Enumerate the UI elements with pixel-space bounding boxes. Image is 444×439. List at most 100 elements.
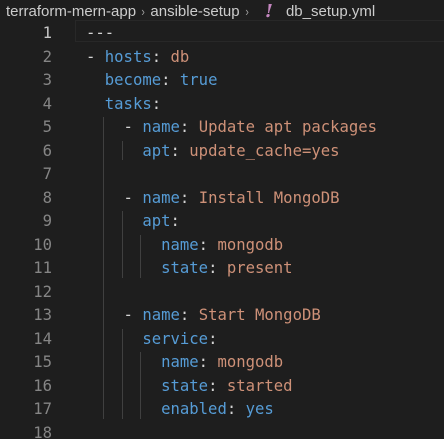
code-text: tasks:	[86, 92, 161, 116]
code-line[interactable]: 1 ---	[0, 21, 444, 45]
breadcrumb-folder-ansible-setup[interactable]: ansible-setup	[150, 3, 239, 20]
code-token: name	[161, 235, 199, 254]
code-text: become: true	[86, 68, 218, 92]
code-token: db	[170, 47, 190, 66]
code-token: :	[170, 141, 190, 160]
code-text: state: present	[86, 256, 293, 280]
code-token: :	[198, 353, 218, 371]
code-token: :	[208, 259, 227, 277]
code-token: :	[179, 188, 199, 207]
code-token: yes	[245, 400, 274, 418]
code-line[interactable]: 3 become: true	[0, 68, 444, 92]
indent-guide	[102, 117, 104, 419]
breadcrumb-folder-terraform-mern-app[interactable]: terraform-mern-app	[6, 3, 136, 20]
code-line[interactable]: 14 service:	[0, 327, 444, 351]
code-token: Update apt packages	[198, 118, 378, 136]
chevron-right-icon: ›	[141, 3, 145, 19]
line-number: 4	[42, 94, 52, 113]
code-token: state	[161, 259, 209, 277]
code-line[interactable]: 17 enabled: yes	[0, 397, 444, 421]
line-number: 11	[33, 259, 52, 277]
code-token: started	[226, 376, 293, 395]
line-number: 17	[33, 400, 52, 418]
code-token: apt	[142, 212, 171, 230]
code-token: update_cache=yes	[189, 141, 340, 160]
code-token: :	[151, 47, 171, 66]
line-number: 12	[33, 282, 52, 301]
chevron-right-icon: ›	[245, 3, 249, 19]
breadcrumb-file-name[interactable]: db_setup.yml	[286, 3, 375, 20]
code-token: mongodb	[217, 353, 284, 371]
code-line[interactable]: 16 state: started	[0, 374, 444, 398]
code-line[interactable]: 18	[0, 421, 444, 439]
code-line[interactable]: 6 apt: update_cache=yes	[0, 139, 444, 163]
code-line[interactable]: 4 tasks:	[0, 92, 444, 116]
code-token: Start MongoDB	[198, 306, 321, 324]
code-token: -	[86, 306, 143, 324]
indent-guide	[121, 211, 123, 278]
code-text: - hosts: db	[86, 45, 189, 69]
code-text: state: started	[86, 374, 293, 398]
code-text: - name: Install MongoDB	[86, 186, 340, 210]
code-token: :	[198, 235, 218, 254]
code-line[interactable]: 5 - name: Update apt packages	[0, 115, 444, 139]
code-token: apt	[142, 141, 171, 160]
code-token: tasks	[104, 94, 152, 113]
code-token: name	[142, 118, 180, 136]
code-token: :	[161, 71, 180, 89]
code-token: :	[151, 94, 162, 113]
code-token: -	[86, 47, 105, 66]
code-token: -	[86, 118, 143, 136]
code-line[interactable]: 13 - name: Start MongoDB	[0, 303, 444, 327]
code-line[interactable]: 10 name: mongodb	[0, 233, 444, 257]
code-token: state	[161, 376, 209, 395]
code-text: enabled: yes	[86, 397, 274, 421]
code-token: present	[226, 259, 293, 277]
code-line[interactable]: 2 - hosts: db	[0, 45, 444, 69]
code-text: name: mongodb	[86, 233, 283, 257]
line-number: 2	[42, 47, 52, 66]
code-line[interactable]: 15 name: mongodb	[0, 350, 444, 374]
code-token: hosts	[104, 47, 152, 66]
code-line[interactable]: 12	[0, 280, 444, 304]
indent-guide	[140, 234, 142, 278]
code-editor[interactable]: terraform-mern-app › ansible-setup › ! d…	[0, 0, 444, 439]
code-line[interactable]: 8 - name: Install MongoDB	[0, 186, 444, 210]
code-line[interactable]: 7	[0, 162, 444, 186]
line-number: 6	[42, 141, 52, 160]
code-text: ---	[86, 21, 114, 45]
code-token: enabled	[161, 400, 227, 418]
line-number: 8	[42, 188, 52, 207]
line-number: 18	[33, 423, 52, 439]
code-token: :	[170, 212, 180, 230]
code-token: become	[104, 71, 162, 89]
code-line[interactable]: 9 apt:	[0, 209, 444, 233]
indent-guide	[121, 328, 123, 419]
code-token: :	[179, 118, 199, 136]
code-token: mongodb	[217, 235, 284, 254]
code-token: service	[142, 329, 209, 348]
code-token: Install MongoDB	[198, 188, 340, 207]
code-text: name: mongodb	[86, 350, 283, 374]
code-text: apt: update_cache=yes	[86, 139, 340, 163]
code-area[interactable]: 1 --- 2- hosts: db 3 become: true 4 tasks: 5 …	[0, 20, 444, 439]
code-text: - name: Update apt packages	[86, 115, 378, 139]
code-line[interactable]: 11 state: present	[0, 256, 444, 280]
indent-guide	[140, 352, 142, 419]
code-token: :	[208, 329, 218, 348]
line-number: 16	[33, 376, 52, 395]
code-token: ---	[86, 24, 115, 42]
code-text: - name: Start MongoDB	[86, 303, 321, 327]
line-number: 14	[33, 329, 52, 348]
line-number: 5	[42, 118, 52, 136]
code-token: :	[179, 306, 199, 324]
